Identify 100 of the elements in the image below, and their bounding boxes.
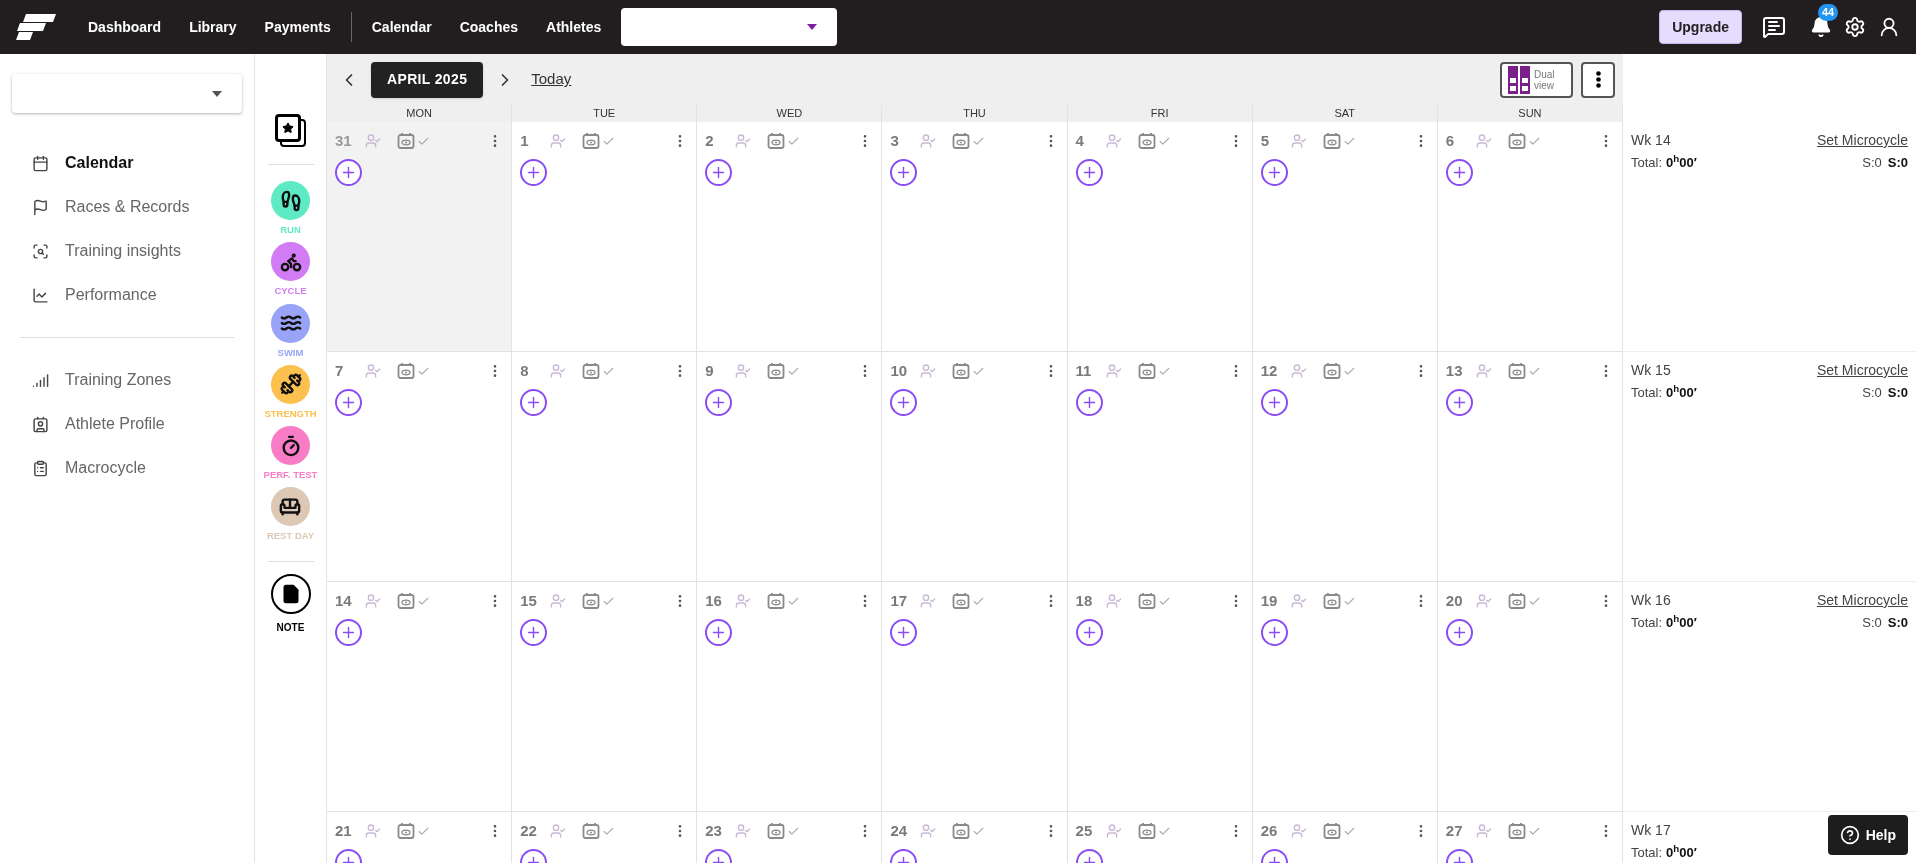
logo-icon[interactable]: [16, 14, 56, 40]
add-button[interactable]: [890, 388, 918, 416]
calendar-eye-icon[interactable]: [1322, 822, 1341, 841]
day-cell[interactable]: 31: [327, 122, 513, 352]
add-button[interactable]: [1445, 618, 1473, 646]
nav-link[interactable]: Library: [189, 16, 237, 38]
calendar-eye-icon[interactable]: [582, 132, 601, 151]
calendar-eye-icon[interactable]: [1322, 592, 1341, 611]
calendar-eye-icon[interactable]: [397, 362, 415, 381]
calendar-eye-icon[interactable]: [952, 822, 971, 841]
nav-link[interactable]: Athletes: [546, 16, 602, 38]
nav-link[interactable]: Payments: [264, 16, 331, 38]
set-microcycle-link[interactable]: Set Microcycle: [1816, 360, 1908, 381]
user-check-icon[interactable]: [920, 133, 937, 150]
user-check-icon[interactable]: [1475, 133, 1492, 150]
chat-icon[interactable]: [1762, 15, 1786, 39]
calendar-eye-icon[interactable]: [582, 592, 601, 611]
user-check-icon[interactable]: [550, 823, 567, 840]
add-button[interactable]: [335, 158, 362, 186]
calendar-eye-icon[interactable]: [952, 592, 971, 611]
sidebar-item[interactable]: Calendar: [12, 141, 242, 185]
workout-type[interactable]: PERF. TEST: [263, 426, 318, 483]
user-check-icon[interactable]: [920, 593, 937, 610]
calendar-eye-icon[interactable]: [397, 592, 415, 611]
user-check-icon[interactable]: [1475, 363, 1492, 380]
user-check-icon[interactable]: [735, 133, 752, 150]
calendar-eye-icon[interactable]: [1507, 822, 1526, 841]
bell-icon[interactable]: [1810, 16, 1832, 38]
day-cell[interactable]: 12: [1252, 352, 1438, 582]
sidebar-item[interactable]: Performance: [12, 273, 242, 317]
user-check-icon[interactable]: [1290, 823, 1307, 840]
nav-link[interactable]: Calendar: [371, 16, 432, 38]
user-check-icon[interactable]: [550, 363, 567, 380]
set-microcycle-link[interactable]: Set Microcycle: [1816, 130, 1908, 151]
day-cell[interactable]: 10: [882, 352, 1068, 582]
user-check-icon[interactable]: [1475, 593, 1492, 610]
user-check-icon[interactable]: [365, 593, 381, 610]
add-button[interactable]: [1445, 158, 1473, 186]
user-check-icon[interactable]: [550, 133, 567, 150]
day-cell[interactable]: 13: [1437, 352, 1623, 582]
settings-icon[interactable]: [1844, 16, 1866, 38]
nav-link[interactable]: Coaches: [459, 16, 519, 38]
calendar-eye-icon[interactable]: [1507, 132, 1526, 151]
today-link[interactable]: Today: [531, 68, 572, 91]
user-check-icon[interactable]: [1290, 363, 1307, 380]
add-button[interactable]: [520, 618, 548, 646]
calendar-eye-icon[interactable]: [582, 822, 601, 841]
day-cell[interactable]: 11: [1067, 352, 1253, 582]
day-cell[interactable]: 9: [697, 352, 883, 582]
library-icon[interactable]: [274, 114, 307, 148]
dual-view-button[interactable]: Dual view: [1500, 61, 1573, 98]
month-button[interactable]: APRIL 2025: [371, 61, 484, 98]
user-check-icon[interactable]: [1290, 133, 1307, 150]
sidebar-item[interactable]: Training insights: [12, 229, 242, 273]
calendar-eye-icon[interactable]: [1137, 362, 1156, 381]
add-button[interactable]: [1075, 388, 1103, 416]
day-cell[interactable]: 20: [1437, 582, 1623, 812]
user-check-icon[interactable]: [1105, 133, 1122, 150]
upgrade-button[interactable]: Upgrade: [1659, 10, 1742, 44]
add-button[interactable]: [705, 158, 733, 186]
calendar-eye-icon[interactable]: [767, 132, 786, 151]
day-cell[interactable]: 7: [327, 352, 513, 582]
calendar-eye-icon[interactable]: [952, 362, 971, 381]
calendar-eye-icon[interactable]: [397, 822, 415, 841]
add-button[interactable]: [890, 158, 918, 186]
user-check-icon[interactable]: [1105, 363, 1122, 380]
calendar-eye-icon[interactable]: [582, 362, 601, 381]
add-button[interactable]: [1445, 388, 1473, 416]
user-icon[interactable]: [1878, 16, 1900, 38]
add-button[interactable]: [1260, 388, 1288, 416]
add-button[interactable]: [1260, 618, 1288, 646]
calendar-eye-icon[interactable]: [1322, 132, 1341, 151]
day-cell[interactable]: 4: [1067, 122, 1253, 352]
add-button[interactable]: [520, 388, 548, 416]
add-button[interactable]: [1260, 158, 1288, 186]
add-button[interactable]: [705, 618, 733, 646]
user-check-icon[interactable]: [1290, 593, 1307, 610]
user-check-icon[interactable]: [735, 363, 752, 380]
user-check-icon[interactable]: [920, 363, 937, 380]
set-microcycle-link[interactable]: Set Microcycle: [1816, 590, 1908, 611]
day-cell[interactable]: 2: [697, 122, 883, 352]
day-cell[interactable]: 8: [512, 352, 698, 582]
sidebar-item[interactable]: Training Zones: [12, 358, 242, 402]
more-button[interactable]: [1581, 61, 1615, 98]
calendar-eye-icon[interactable]: [767, 822, 786, 841]
day-cell[interactable]: 5: [1252, 122, 1438, 352]
day-cell[interactable]: 18: [1067, 582, 1253, 812]
add-button[interactable]: [335, 618, 362, 646]
user-check-icon[interactable]: [735, 593, 752, 610]
day-cell[interactable]: 3: [882, 122, 1068, 352]
add-button[interactable]: [705, 388, 733, 416]
add-button[interactable]: [890, 618, 918, 646]
add-button[interactable]: [520, 158, 548, 186]
calendar-eye-icon[interactable]: [1507, 592, 1526, 611]
calendar-eye-icon[interactable]: [1507, 362, 1526, 381]
add-button[interactable]: [1075, 158, 1103, 186]
user-check-icon[interactable]: [1105, 593, 1122, 610]
add-button[interactable]: [1075, 618, 1103, 646]
user-check-icon[interactable]: [365, 133, 381, 150]
calendar-eye-icon[interactable]: [767, 592, 786, 611]
